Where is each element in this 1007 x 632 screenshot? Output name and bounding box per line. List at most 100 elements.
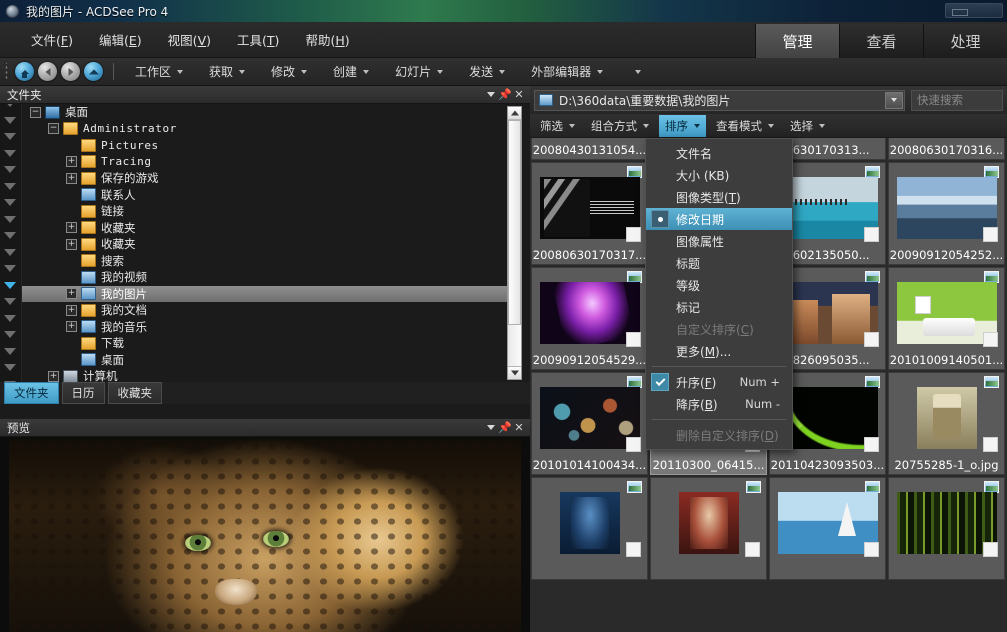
sort-by-image-type[interactable]: 图像类型(T): [646, 186, 792, 208]
folder-tree[interactable]: −桌面−AdministratorPictures+Tracing+保存的游戏联…: [0, 104, 530, 382]
back-icon[interactable]: [38, 62, 57, 81]
sort-by-size[interactable]: 大小 (KB): [646, 164, 792, 186]
toolbar-acquire[interactable]: 获取: [202, 60, 252, 83]
tree-expander-plus[interactable]: +: [66, 173, 77, 184]
thumbnail-checkbox[interactable]: [626, 437, 641, 452]
thumbnail-checkbox[interactable]: [626, 332, 641, 347]
thumbnail-cell[interactable]: 20755285-1_o.jpg: [888, 372, 1005, 475]
thumbnail-cell[interactable]: [769, 477, 886, 580]
tree-item-2[interactable]: Pictures: [22, 137, 508, 154]
mode-tab-1[interactable]: 查看: [839, 24, 923, 58]
sort-by-tag[interactable]: 标记: [646, 296, 792, 318]
toolbar-modify[interactable]: 修改: [264, 60, 314, 83]
close-icon[interactable]: ✕: [512, 88, 526, 102]
toolbar-workspace[interactable]: 工作区: [128, 60, 190, 83]
preview-menu-icon[interactable]: [484, 421, 498, 435]
tree-item-12[interactable]: +我的文档: [22, 302, 508, 319]
scroll-thumb[interactable]: [508, 120, 521, 325]
menu-help[interactable]: 帮助(H): [292, 26, 362, 53]
toolbar-overflow[interactable]: [622, 67, 648, 77]
group-by-button[interactable]: 组合方式: [585, 115, 655, 137]
thumbnail-checkbox[interactable]: [626, 542, 641, 557]
forward-icon[interactable]: [61, 62, 80, 81]
sort-by-modified-date[interactable]: 修改日期: [646, 208, 792, 230]
preview-close-icon[interactable]: ✕: [512, 421, 526, 435]
sort-ascending[interactable]: 升序(F)Num +: [646, 371, 792, 393]
tree-item-4[interactable]: +保存的游戏: [22, 170, 508, 187]
search-input[interactable]: 快速搜索: [911, 90, 1003, 111]
thumbnail-checkbox[interactable]: [864, 437, 879, 452]
select-button[interactable]: 选择: [784, 115, 831, 137]
preview-pin-icon[interactable]: 📌: [498, 421, 512, 435]
path-field[interactable]: D:\360data\重要数据\我的图片: [534, 90, 905, 111]
thumbnail-checkbox[interactable]: [983, 332, 998, 347]
tree-expander-plus[interactable]: +: [66, 239, 77, 250]
tree-expander-plus[interactable]: +: [66, 222, 77, 233]
pin-icon[interactable]: 📌: [498, 88, 512, 102]
sort-by-filename[interactable]: 文件名: [646, 142, 792, 164]
home-icon[interactable]: [15, 62, 34, 81]
sort-by-rating[interactable]: 等级: [646, 274, 792, 296]
sort-descending[interactable]: 降序(B)Num -: [646, 393, 792, 415]
tree-item-15[interactable]: 桌面: [22, 352, 508, 369]
thumbnail-checkbox[interactable]: [626, 227, 641, 242]
scroll-down-arrow[interactable]: [508, 366, 521, 379]
sort-more[interactable]: 更多(M)...: [646, 340, 792, 362]
toolbar-external-editor[interactable]: 外部编辑器: [524, 60, 610, 83]
tree-item-11[interactable]: +我的图片: [22, 286, 508, 303]
thumbnail-checkbox[interactable]: [745, 542, 760, 557]
mode-tab-2[interactable]: 处理: [923, 24, 1007, 58]
thumbnail-checkbox[interactable]: [983, 437, 998, 452]
tree-expander-plus[interactable]: +: [66, 288, 77, 299]
thumbnail-checkbox[interactable]: [864, 227, 879, 242]
tree-item-7[interactable]: +收藏夹: [22, 220, 508, 237]
tree-item-0[interactable]: −桌面: [22, 104, 508, 121]
thumbnail-cell[interactable]: 20090912054529...: [531, 267, 648, 370]
tree-item-16[interactable]: +计算机: [22, 368, 508, 382]
thumbnail-cell[interactable]: 20080430131054...: [531, 138, 648, 160]
tree-item-8[interactable]: +收藏夹: [22, 236, 508, 253]
thumbnail-cell[interactable]: 20101009140501...: [888, 267, 1005, 370]
toolbar-send[interactable]: 发送: [462, 60, 512, 83]
filter-button[interactable]: 筛选: [534, 115, 581, 137]
folder-tab-0[interactable]: 文件夹: [4, 382, 59, 404]
thumbnail-checkbox[interactable]: [864, 542, 879, 557]
tree-item-9[interactable]: 搜索: [22, 253, 508, 270]
tree-expander-plus[interactable]: +: [66, 321, 77, 332]
sort-by-caption[interactable]: 标题: [646, 252, 792, 274]
tree-expander-minus[interactable]: −: [48, 123, 59, 134]
thumbnail-cell[interactable]: 20080630170317...: [531, 162, 648, 265]
tree-expander-minus[interactable]: −: [30, 107, 41, 118]
mode-tab-0[interactable]: 管理: [755, 24, 839, 58]
thumbnail-cell[interactable]: 20080630170316...: [888, 138, 1005, 160]
restore-window-icon[interactable]: [945, 3, 1003, 18]
thumbnail-checkbox[interactable]: [864, 332, 879, 347]
tree-item-3[interactable]: +Tracing: [22, 154, 508, 171]
toolbar-slideshow[interactable]: 幻灯片: [388, 60, 450, 83]
tree-item-13[interactable]: +我的音乐: [22, 319, 508, 336]
view-mode-button[interactable]: 查看模式: [710, 115, 780, 137]
panel-menu-icon[interactable]: [484, 88, 498, 102]
menu-view[interactable]: 视图(V): [155, 26, 224, 53]
thumbnail-checkbox[interactable]: [983, 227, 998, 242]
menu-tools[interactable]: 工具(T): [224, 26, 292, 53]
thumbnail-cell[interactable]: 20101014100434...: [531, 372, 648, 475]
tree-expander-plus[interactable]: +: [66, 156, 77, 167]
thumbnail-cell[interactable]: [650, 477, 767, 580]
sort-by-image-properties[interactable]: 图像属性: [646, 230, 792, 252]
tree-item-6[interactable]: 链接: [22, 203, 508, 220]
toolbar-grip[interactable]: [4, 63, 11, 81]
tree-item-14[interactable]: 下载: [22, 335, 508, 352]
folder-tab-1[interactable]: 日历: [62, 382, 105, 404]
up-icon[interactable]: [84, 62, 103, 81]
folder-tab-2[interactable]: 收藏夹: [108, 382, 163, 404]
tree-scrollbar[interactable]: [507, 106, 522, 380]
scroll-up-arrow[interactable]: [508, 107, 521, 120]
thumbnail-cell[interactable]: [531, 477, 648, 580]
tree-expander-plus[interactable]: +: [48, 371, 59, 382]
menu-file[interactable]: 文件(F): [18, 26, 86, 53]
tree-item-10[interactable]: 我的视频: [22, 269, 508, 286]
tree-item-5[interactable]: 联系人: [22, 187, 508, 204]
thumbnail-checkbox[interactable]: [983, 542, 998, 557]
tree-item-1[interactable]: −Administrator: [22, 121, 508, 138]
